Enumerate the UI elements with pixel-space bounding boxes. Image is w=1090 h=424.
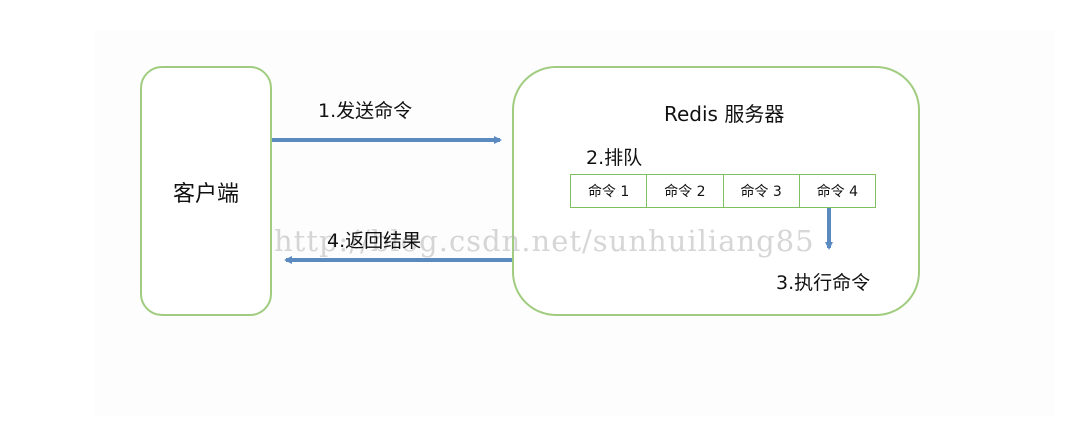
arrows-layer — [272, 136, 833, 264]
